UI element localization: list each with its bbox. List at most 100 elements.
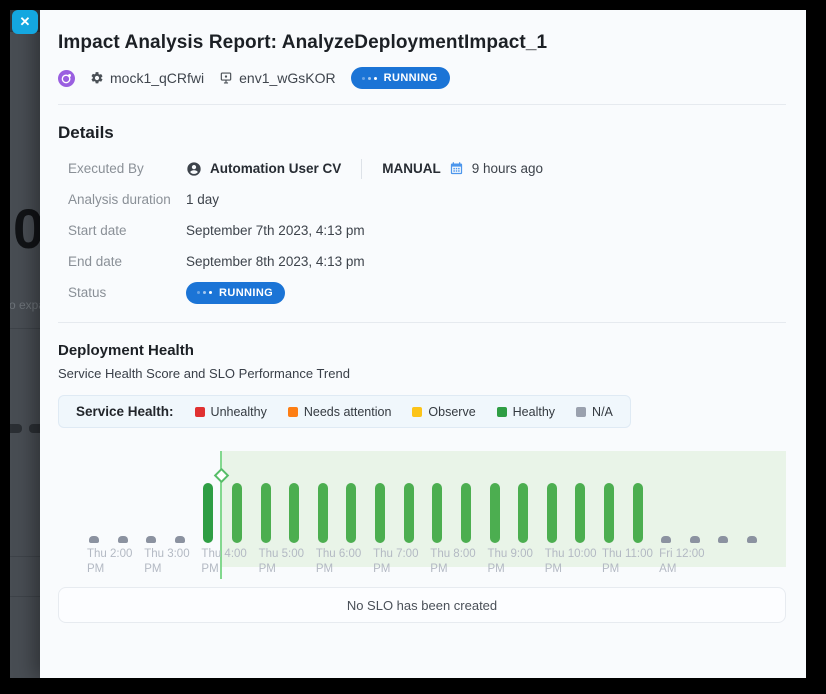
x-axis-tick-label: Thu 5:00PM [259, 547, 304, 577]
detail-row-executed-by: Executed By Automation User CV MANUAL [58, 153, 786, 184]
running-dots-icon [362, 77, 377, 80]
legend-swatch-icon [412, 407, 422, 417]
health-bar[interactable] [461, 483, 471, 543]
gear-icon [90, 71, 104, 85]
detail-row-status: Status RUNNING [58, 277, 786, 308]
close-button[interactable]: ✕ [12, 10, 38, 34]
background-icon-shape [29, 424, 40, 433]
status-badge-label: RUNNING [384, 72, 438, 84]
running-dots-icon [197, 291, 212, 294]
legend-swatch-icon [576, 407, 586, 417]
monitored-service-chip: mock1_qCRfwi [90, 70, 204, 86]
slo-empty-message: No SLO has been created [347, 598, 497, 613]
status-badge: RUNNING [351, 67, 450, 89]
legend-swatch-icon [288, 407, 298, 417]
x-axis-tick-label: Thu 9:00PM [488, 547, 533, 577]
x-axis-tick-label: Thu 6:00PM [316, 547, 361, 577]
health-bar[interactable] [490, 483, 500, 543]
health-bar[interactable] [518, 483, 528, 543]
legend-items: Unhealthy Needs attention Observe Healthy N/… [195, 405, 613, 419]
legend-label: Healthy [513, 405, 555, 419]
background-divider [10, 556, 40, 557]
health-bar[interactable] [118, 536, 128, 543]
deployment-health-heading: Deployment Health [58, 342, 786, 359]
legend-item: Unhealthy [195, 405, 267, 419]
status-badge: RUNNING [186, 282, 285, 304]
background-partial-text: To expa [10, 298, 40, 312]
background-divider [10, 328, 40, 329]
detail-value: September 8th 2023, 4:13 pm [186, 254, 365, 269]
mock-service-name: mock1_qCRfwi [110, 70, 204, 86]
deployment-health-section: Deployment Health Service Health Score a… [40, 323, 806, 623]
health-bar[interactable] [718, 536, 728, 543]
health-bar[interactable] [547, 483, 557, 543]
slo-empty-state: No SLO has been created [58, 587, 786, 623]
x-axis-tick-label: Thu 11:00PM [602, 547, 653, 577]
detail-label: End date [58, 254, 186, 269]
environment-name: env1_wGsKOR [239, 70, 335, 86]
meta-row: mock1_qCRfwi env1_wGsKOR RUNNING [58, 67, 786, 89]
background-big-number: 0 [13, 196, 40, 261]
detail-label: Analysis duration [58, 192, 186, 207]
detail-label: Executed By [58, 161, 186, 176]
health-bar[interactable] [346, 483, 356, 543]
vertical-divider [361, 159, 362, 179]
x-axis-tick-label: Thu 7:00PM [373, 547, 418, 577]
executed-time: 9 hours ago [472, 161, 543, 176]
detail-row-end-date: End date September 8th 2023, 4:13 pm [58, 246, 786, 277]
background-icon-shape [10, 424, 22, 433]
health-bar[interactable] [633, 483, 643, 543]
deployment-health-subtitle: Service Health Score and SLO Performance… [58, 366, 786, 381]
health-bar[interactable] [146, 536, 156, 543]
health-bar[interactable] [232, 483, 242, 543]
screen-frame: 0 To expa ✕ Impact Analysis Report: Anal… [10, 10, 806, 678]
close-icon: ✕ [20, 14, 31, 30]
x-axis-tick-label: Thu 8:00PM [430, 547, 475, 577]
chart-plot-area: Thu 2:00PM Thu 3:00PM Thu 4:00PM Thu 5:00PM… [58, 451, 786, 579]
legend-title: Service Health: [76, 404, 174, 419]
details-section: Details Executed By Automation User CV M… [40, 105, 806, 323]
health-bar[interactable] [604, 483, 614, 543]
health-bar[interactable] [575, 483, 585, 543]
x-axis-tick-label: Thu 2:00PM [87, 547, 132, 577]
health-bar[interactable] [289, 483, 299, 543]
background-divider [10, 596, 40, 597]
calendar-icon [449, 161, 464, 176]
health-bar[interactable] [175, 536, 185, 543]
environment-chip: env1_wGsKOR [219, 70, 335, 86]
legend-label: N/A [592, 405, 613, 419]
detail-label: Status [58, 285, 186, 300]
legend-item: Observe [412, 405, 475, 419]
health-bar[interactable] [690, 536, 700, 543]
health-bar[interactable] [89, 536, 99, 543]
drawer-title: Impact Analysis Report: AnalyzeDeploymen… [58, 32, 786, 54]
detail-row-start-date: Start date September 7th 2023, 4:13 pm [58, 215, 786, 246]
environment-icon [219, 71, 233, 85]
x-axis-tick-label: Thu 4:00PM [201, 547, 246, 577]
legend-item: N/A [576, 405, 613, 419]
legend-swatch-icon [195, 407, 205, 417]
x-axis-tick-label: Thu 10:00PM [545, 547, 597, 577]
details-heading: Details [58, 123, 786, 143]
drawer-header: Impact Analysis Report: AnalyzeDeploymen… [40, 10, 806, 105]
health-bar[interactable] [203, 483, 213, 543]
x-axis-tick-label: Thu 3:00PM [144, 547, 189, 577]
detail-value: September 7th 2023, 4:13 pm [186, 223, 365, 238]
legend-label: Needs attention [304, 405, 392, 419]
health-bar[interactable] [747, 536, 757, 543]
health-bar[interactable] [261, 483, 271, 543]
health-bar[interactable] [375, 483, 385, 543]
health-bar[interactable] [661, 536, 671, 543]
detail-value: 1 day [186, 192, 219, 207]
health-bar[interactable] [404, 483, 414, 543]
user-icon [186, 161, 202, 177]
impact-analysis-drawer: Impact Analysis Report: AnalyzeDeploymen… [40, 10, 806, 678]
legend-item: Healthy [497, 405, 555, 419]
health-bar[interactable] [318, 483, 328, 543]
detail-row-analysis-duration: Analysis duration 1 day [58, 184, 786, 215]
x-axis-tick-label: Fri 12:00AM [659, 547, 704, 577]
legend-swatch-icon [497, 407, 507, 417]
legend-label: Observe [428, 405, 475, 419]
health-bar[interactable] [432, 483, 442, 543]
dimmed-background-page: 0 To expa [10, 10, 40, 678]
